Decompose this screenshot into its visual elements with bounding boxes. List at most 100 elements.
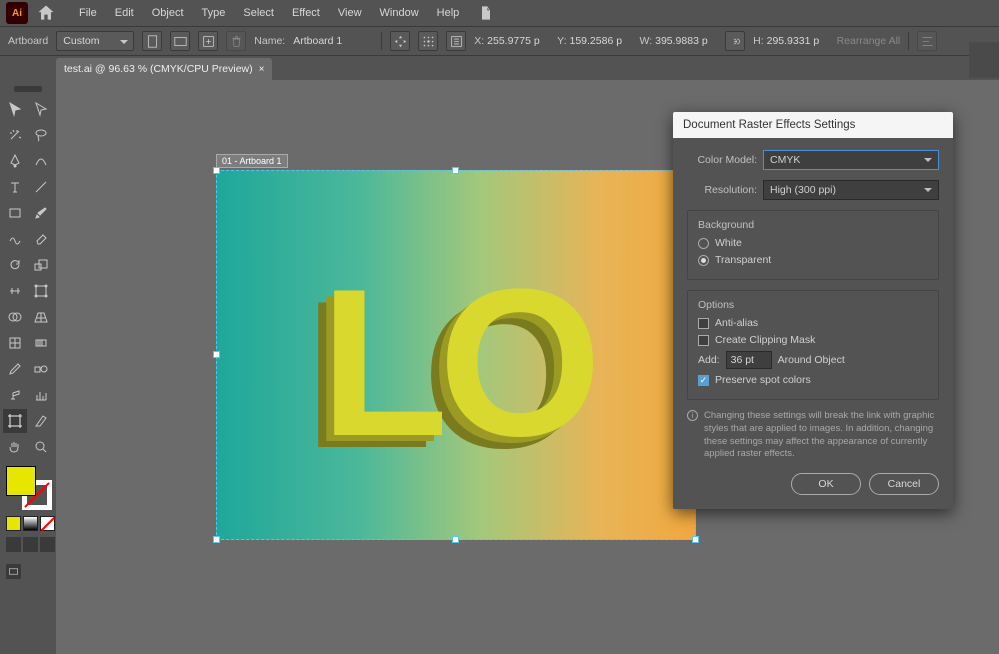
mesh-tool[interactable] (3, 331, 27, 355)
type-tool[interactable] (3, 175, 27, 199)
add-value-input[interactable] (726, 351, 772, 369)
checkbox-icon (698, 375, 709, 386)
zoom-tool[interactable] (29, 435, 53, 459)
handle-tl[interactable] (213, 167, 220, 174)
gradient-tool[interactable] (29, 331, 53, 355)
free-transform-tool[interactable] (29, 279, 53, 303)
menu-effect[interactable]: Effect (283, 0, 329, 26)
hand-tool[interactable] (3, 435, 27, 459)
screen-mode-button[interactable] (6, 564, 21, 579)
handle-br[interactable] (692, 536, 699, 543)
paintbrush-tool[interactable] (29, 201, 53, 225)
menu-file[interactable]: File (70, 0, 106, 26)
perspective-tool[interactable] (29, 305, 53, 329)
selection-tool[interactable] (3, 97, 27, 121)
move-artwork-toggle[interactable] (390, 31, 410, 51)
dialog-titlebar[interactable]: Document Raster Effects Settings (673, 112, 953, 138)
dialog-body: Color Model: CMYK Resolution: High (300 … (673, 138, 953, 509)
right-panel-strip[interactable] (969, 42, 999, 78)
checkbox-label: Anti-alias (715, 317, 758, 329)
document-tab[interactable]: test.ai @ 96.63 % (CMYK/CPU Preview) × (56, 58, 272, 80)
artboard-options-button[interactable] (446, 31, 466, 51)
curvature-tool[interactable] (29, 149, 53, 173)
h-field: H: (753, 35, 829, 47)
slice-tool[interactable] (29, 409, 53, 433)
resolution-dropdown[interactable]: High (300 ppi) (763, 180, 939, 200)
graph-tool[interactable] (29, 383, 53, 407)
pen-tool[interactable] (3, 149, 27, 173)
radio-icon (698, 238, 709, 249)
handle-bm[interactable] (452, 536, 459, 543)
shaper-tool[interactable] (3, 227, 27, 251)
w-label: W: (639, 35, 652, 47)
separator (381, 32, 382, 50)
fill-stroke-swatch[interactable] (6, 466, 50, 510)
background-white-radio[interactable]: White (698, 237, 928, 249)
artboard-tool[interactable] (3, 409, 27, 433)
close-tab-icon[interactable]: × (259, 64, 265, 75)
cancel-button[interactable]: Cancel (869, 473, 939, 495)
control-mode-label: Artboard (8, 35, 48, 47)
width-tool[interactable] (3, 279, 27, 303)
align-icon[interactable] (917, 31, 937, 51)
new-artboard-button[interactable] (198, 31, 218, 51)
line-tool[interactable] (29, 175, 53, 199)
preset-dropdown[interactable]: Custom (56, 31, 134, 51)
shape-builder-tool[interactable] (3, 305, 27, 329)
menu-view[interactable]: View (329, 0, 371, 26)
background-transparent-radio[interactable]: Transparent (698, 254, 928, 266)
panel-handle[interactable] (14, 86, 42, 92)
blend-tool[interactable] (29, 357, 53, 381)
menu-type[interactable]: Type (193, 0, 235, 26)
landscape-button[interactable] (170, 31, 190, 51)
draw-inside-icon[interactable] (40, 537, 55, 552)
ok-button[interactable]: OK (791, 473, 861, 495)
artboard-tag[interactable]: 01 - Artboard 1 (216, 154, 288, 168)
home-icon[interactable] (36, 3, 56, 23)
menu-select[interactable]: Select (234, 0, 283, 26)
link-wh-toggle[interactable] (725, 31, 745, 51)
handle-ml[interactable] (213, 351, 220, 358)
direct-selection-tool[interactable] (29, 97, 53, 121)
preset-value: Custom (63, 35, 99, 47)
preserve-spot-checkbox[interactable]: Preserve spot colors (698, 374, 928, 386)
add-label: Add: (698, 354, 720, 366)
rotate-tool[interactable] (3, 253, 27, 277)
menu-window[interactable]: Window (371, 0, 428, 26)
raster-effects-dialog: Document Raster Effects Settings Color M… (673, 112, 953, 509)
share-doc-icon[interactable] (478, 5, 494, 21)
draw-normal-icon[interactable] (6, 537, 21, 552)
selection-outline (216, 170, 696, 540)
magic-wand-tool[interactable] (3, 123, 27, 147)
menu-edit[interactable]: Edit (106, 0, 143, 26)
color-mode-icon[interactable] (6, 516, 21, 531)
y-input[interactable] (569, 35, 631, 47)
artboard-name-input[interactable] (293, 35, 373, 47)
w-input[interactable] (655, 35, 717, 47)
handle-tm[interactable] (452, 167, 459, 174)
rectangle-tool[interactable] (3, 201, 27, 225)
symbol-sprayer-tool[interactable] (3, 383, 27, 407)
eraser-tool[interactable] (29, 227, 53, 251)
reference-point-icon[interactable] (418, 31, 438, 51)
h-input[interactable] (767, 35, 829, 47)
draw-behind-icon[interactable] (23, 537, 38, 552)
options-group-title: Options (698, 299, 928, 311)
rearrange-all-button[interactable]: Rearrange All (837, 35, 901, 47)
antialias-checkbox[interactable]: Anti-alias (698, 317, 928, 329)
handle-bl[interactable] (213, 536, 220, 543)
clipping-mask-checkbox[interactable]: Create Clipping Mask (698, 334, 928, 346)
lasso-tool[interactable] (29, 123, 53, 147)
portrait-button[interactable] (142, 31, 162, 51)
delete-artboard-button[interactable] (226, 31, 246, 51)
menu-help[interactable]: Help (428, 0, 469, 26)
none-mode-icon[interactable] (40, 516, 55, 531)
scale-tool[interactable] (29, 253, 53, 277)
menu-object[interactable]: Object (143, 0, 193, 26)
fill-swatch[interactable] (6, 466, 36, 496)
color-model-dropdown[interactable]: CMYK (763, 150, 939, 170)
artboard-bounds[interactable]: LO 01 - Artboard 1 (216, 170, 696, 540)
x-input[interactable] (487, 35, 549, 47)
gradient-mode-icon[interactable] (23, 516, 38, 531)
eyedropper-tool[interactable] (3, 357, 27, 381)
